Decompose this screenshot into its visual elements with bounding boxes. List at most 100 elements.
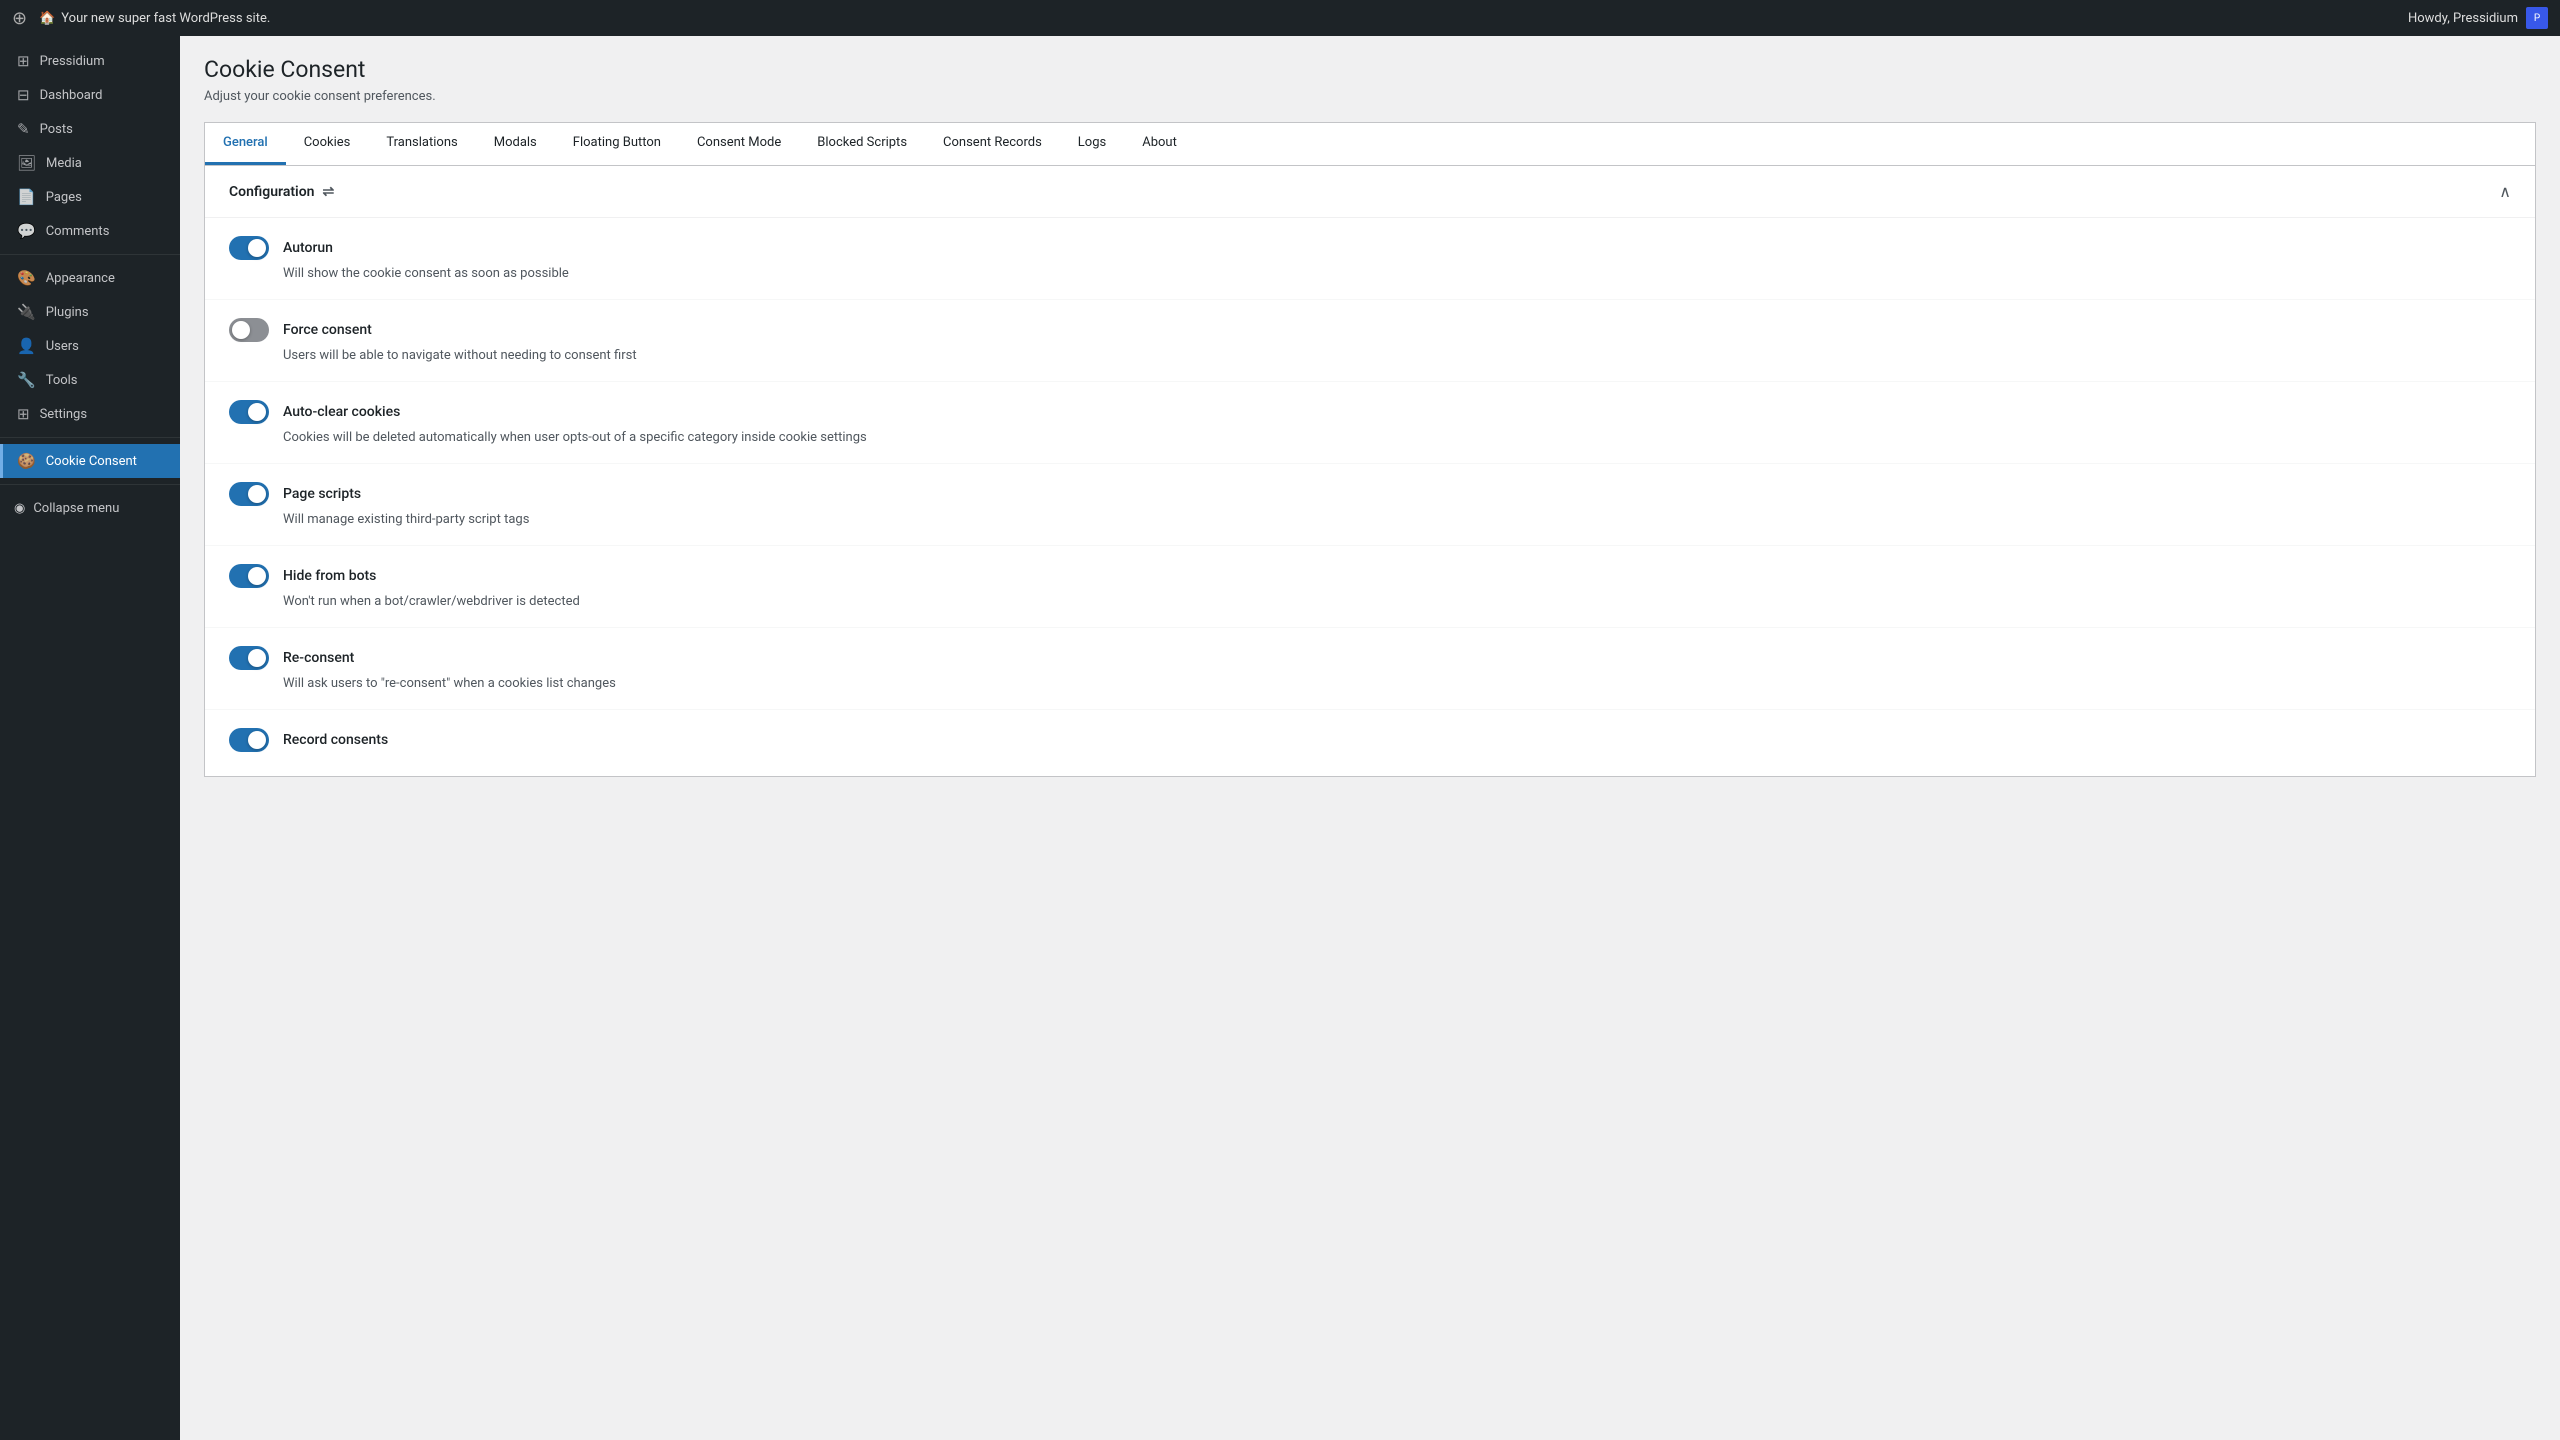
sidebar-label-appearance: Appearance (46, 271, 115, 286)
pressidium-icon: ⊞ (17, 52, 30, 70)
config-title: Configuration ⇌ (229, 184, 334, 200)
admin-bar-left: ⊕ 🏠 Your new super fast WordPress site. (12, 8, 270, 29)
tab-about[interactable]: About (1124, 123, 1195, 165)
sidebar-item-media[interactable]: 🖼 Media (0, 146, 180, 180)
wordpress-icon[interactable]: ⊕ (12, 8, 27, 29)
users-icon: 👤 (17, 337, 36, 355)
user-avatar[interactable]: P (2526, 7, 2548, 29)
hide-from-bots-label: Hide from bots (283, 568, 376, 584)
sidebar-label-comments: Comments (46, 224, 110, 239)
sidebar-item-appearance[interactable]: 🎨 Appearance (0, 261, 180, 295)
config-header: Configuration ⇌ ∧ (205, 166, 2535, 218)
page-scripts-label: Page scripts (283, 486, 361, 502)
setting-page-scripts: Page scripts Will manage existing third-… (205, 464, 2535, 546)
sidebar-label-dashboard: Dashboard (40, 88, 103, 103)
sidebar-item-tools[interactable]: 🔧 Tools (0, 363, 180, 397)
setting-autorun: Autorun Will show the cookie consent as … (205, 218, 2535, 300)
config-title-text: Configuration (229, 184, 314, 200)
sidebar-item-comments[interactable]: 💬 Comments (0, 214, 180, 248)
setting-force-consent: Force consent Users will be able to navi… (205, 300, 2535, 382)
record-consents-label: Record consents (283, 732, 388, 748)
sidebar-label-settings: Settings (40, 407, 87, 422)
tools-icon: 🔧 (17, 371, 36, 389)
sidebar-divider-3 (0, 484, 180, 485)
tab-bar: General Cookies Translations Modals Floa… (204, 122, 2536, 165)
sidebar-label-users: Users (46, 339, 79, 354)
sidebar-label-posts: Posts (40, 122, 73, 137)
auto-clear-cookies-label: Auto-clear cookies (283, 404, 400, 420)
tab-consent-records[interactable]: Consent Records (925, 123, 1060, 165)
pages-icon: 📄 (17, 188, 36, 206)
sidebar-item-cookie-consent[interactable]: 🍪 Cookie Consent (0, 444, 180, 478)
sidebar-item-pressidium[interactable]: ⊞ Pressidium (0, 44, 180, 78)
autorun-toggle[interactable] (229, 236, 269, 260)
tab-consent-mode[interactable]: Consent Mode (679, 123, 799, 165)
cookie-consent-icon: 🍪 (17, 452, 36, 470)
collapse-menu-button[interactable]: ◉ Collapse menu (0, 493, 180, 524)
page-title: Cookie Consent (204, 56, 2536, 83)
sidebar-divider-1 (0, 254, 180, 255)
sidebar-label-cookie-consent: Cookie Consent (46, 454, 137, 469)
sidebar-item-plugins[interactable]: 🔌 Plugins (0, 295, 180, 329)
record-consents-toggle[interactable] (229, 728, 269, 752)
force-consent-toggle[interactable] (229, 318, 269, 342)
tab-logs[interactable]: Logs (1060, 123, 1124, 165)
sidebar-item-pages[interactable]: 📄 Pages (0, 180, 180, 214)
force-consent-description: Users will be able to navigate without n… (283, 348, 2511, 363)
setting-re-consent: Re-consent Will ask users to "re-consent… (205, 628, 2535, 710)
force-consent-label: Force consent (283, 322, 372, 338)
config-filter-icon[interactable]: ⇌ (322, 184, 334, 200)
sidebar-label-pressidium: Pressidium (40, 54, 105, 69)
tab-blocked-scripts[interactable]: Blocked Scripts (799, 123, 925, 165)
media-icon: 🖼 (17, 154, 36, 172)
appearance-icon: 🎨 (17, 269, 36, 287)
hide-from-bots-description: Won't run when a bot/crawler/webdriver i… (283, 594, 2511, 609)
page-subtitle: Adjust your cookie consent preferences. (204, 89, 2536, 104)
admin-bar-site[interactable]: 🏠 Your new super fast WordPress site. (39, 11, 270, 26)
auto-clear-cookies-description: Cookies will be deleted automatically wh… (283, 430, 2511, 445)
content-area: Cookie Consent Adjust your cookie consen… (180, 36, 2560, 1440)
sidebar-item-settings[interactable]: ⊞ Settings (0, 397, 180, 431)
tab-floating-button[interactable]: Floating Button (555, 123, 679, 165)
autorun-label: Autorun (283, 240, 333, 256)
howdy-text: Howdy, Pressidium (2408, 11, 2518, 26)
sidebar-label-plugins: Plugins (46, 305, 89, 320)
setting-record-consents: Record consents (205, 710, 2535, 776)
sidebar: ⊞ Pressidium ⊟ Dashboard ✎ Posts 🖼 Media… (0, 36, 180, 1440)
page-scripts-description: Will manage existing third-party script … (283, 512, 2511, 527)
auto-clear-cookies-toggle[interactable] (229, 400, 269, 424)
tab-translations[interactable]: Translations (368, 123, 475, 165)
config-collapse-button[interactable]: ∧ (2499, 182, 2511, 201)
dashboard-icon: ⊟ (17, 86, 30, 104)
settings-icon: ⊞ (17, 405, 30, 423)
sidebar-item-dashboard[interactable]: ⊟ Dashboard (0, 78, 180, 112)
main-layout: ⊞ Pressidium ⊟ Dashboard ✎ Posts 🖼 Media… (0, 36, 2560, 1440)
sidebar-item-users[interactable]: 👤 Users (0, 329, 180, 363)
setting-hide-from-bots: Hide from bots Won't run when a bot/craw… (205, 546, 2535, 628)
sidebar-label-pages: Pages (46, 190, 82, 205)
site-home-icon: 🏠 (39, 11, 55, 26)
autorun-description: Will show the cookie consent as soon as … (283, 266, 2511, 281)
tab-modals[interactable]: Modals (476, 123, 555, 165)
sidebar-divider-2 (0, 437, 180, 438)
sidebar-label-tools: Tools (46, 373, 78, 388)
sidebar-item-posts[interactable]: ✎ Posts (0, 112, 180, 146)
sidebar-label-media: Media (46, 156, 82, 171)
hide-from-bots-toggle[interactable] (229, 564, 269, 588)
tab-cookies[interactable]: Cookies (286, 123, 369, 165)
re-consent-label: Re-consent (283, 650, 354, 666)
collapse-icon: ◉ (14, 501, 25, 516)
admin-bar-right: Howdy, Pressidium P (2408, 7, 2548, 29)
collapse-label: Collapse menu (33, 501, 119, 516)
re-consent-toggle[interactable] (229, 646, 269, 670)
plugins-icon: 🔌 (17, 303, 36, 321)
admin-bar: ⊕ 🏠 Your new super fast WordPress site. … (0, 0, 2560, 36)
page-scripts-toggle[interactable] (229, 482, 269, 506)
settings-panel: Configuration ⇌ ∧ Autorun Will show the (204, 165, 2536, 777)
tab-general[interactable]: General (205, 123, 286, 165)
re-consent-description: Will ask users to "re-consent" when a co… (283, 676, 2511, 691)
site-name: Your new super fast WordPress site. (61, 11, 270, 26)
comments-icon: 💬 (17, 222, 36, 240)
setting-auto-clear-cookies: Auto-clear cookies Cookies will be delet… (205, 382, 2535, 464)
posts-icon: ✎ (17, 120, 30, 138)
